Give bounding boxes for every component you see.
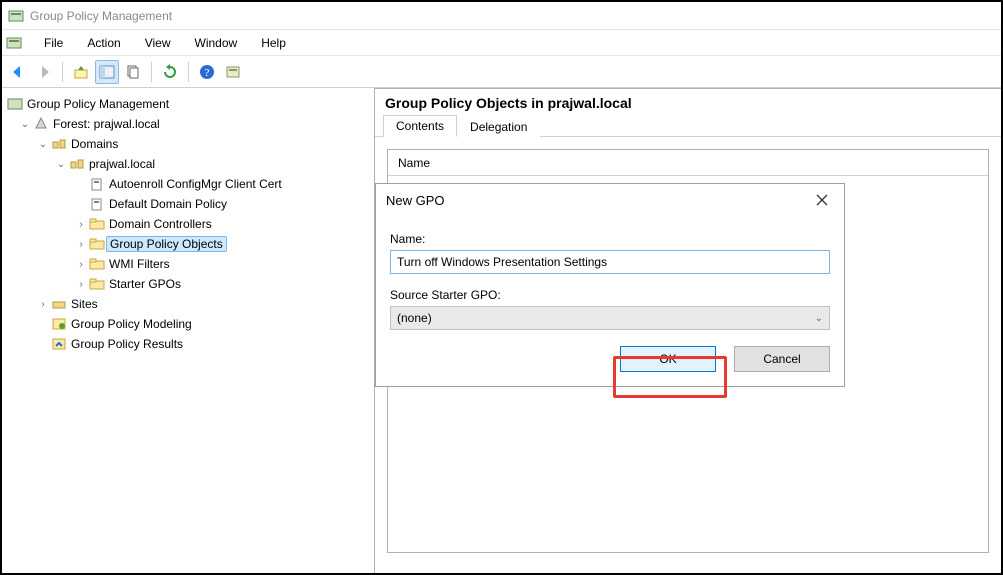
starter-gpo-select[interactable]: (none) ⌄: [390, 306, 830, 330]
menu-file[interactable]: File: [32, 33, 75, 53]
domains-icon: [50, 136, 68, 152]
toolbar: ?: [2, 56, 1001, 88]
forest-icon: [32, 116, 50, 132]
starter-gpo-value: (none): [397, 311, 432, 325]
dialog-title-bar: New GPO: [376, 184, 844, 216]
expander-icon[interactable]: ›: [36, 299, 50, 310]
menu-view[interactable]: View: [133, 33, 183, 53]
name-input[interactable]: [390, 250, 830, 274]
tree-sites[interactable]: › Sites: [6, 294, 370, 314]
tab-delegation[interactable]: Delegation: [457, 116, 540, 137]
title-bar: Group Policy Management: [2, 2, 1001, 30]
sites-icon: [50, 296, 68, 312]
tree-item-default-policy[interactable]: Default Domain Policy: [6, 194, 370, 214]
folder-icon: [88, 256, 106, 272]
tree-root[interactable]: Group Policy Management: [6, 94, 370, 114]
ok-button[interactable]: OK: [620, 346, 716, 372]
tree-forest[interactable]: ⌄ Forest: prajwal.local: [6, 114, 370, 134]
window-title: Group Policy Management: [30, 9, 172, 23]
tree-label: Group Policy Objects: [106, 236, 227, 252]
gpm-icon: [6, 96, 24, 112]
tree-label: Domain Controllers: [106, 217, 215, 231]
expander-icon[interactable]: ⌄: [36, 139, 50, 150]
menu-bar: File Action View Window Help: [2, 30, 1001, 56]
chevron-down-icon: ⌄: [815, 313, 823, 324]
new-gpo-dialog: New GPO Name: Source Starter GPO: (none)…: [375, 183, 845, 387]
toolbar-separator: [151, 62, 152, 82]
tree-label: Domains: [68, 137, 121, 151]
expander-icon[interactable]: ⌄: [54, 159, 68, 170]
svg-text:?: ?: [205, 67, 210, 79]
expander-icon[interactable]: ›: [74, 259, 88, 270]
tree-domains[interactable]: ⌄ Domains: [6, 134, 370, 154]
back-button[interactable]: [6, 60, 30, 84]
tree-item-starter[interactable]: › Starter GPOs: [6, 274, 370, 294]
app-icon: [8, 8, 24, 24]
tree-label: Default Domain Policy: [106, 197, 230, 211]
gpo-link-icon: [88, 196, 106, 212]
tree-label: Autoenroll ConfigMgr Client Cert: [106, 177, 285, 191]
menu-action[interactable]: Action: [75, 33, 132, 53]
expander-icon[interactable]: ⌄: [18, 119, 32, 130]
folder-icon: [88, 216, 106, 232]
tree-modeling[interactable]: Group Policy Modeling: [6, 314, 370, 334]
details-pane: Group Policy Objects in prajwal.local Co…: [375, 88, 1001, 573]
menu-window[interactable]: Window: [183, 33, 250, 53]
tree-label: Group Policy Management: [24, 97, 172, 111]
tree-label: Group Policy Modeling: [68, 317, 195, 331]
domain-icon: [68, 156, 86, 172]
tab-contents[interactable]: Contents: [383, 115, 457, 137]
expander-icon[interactable]: ›: [74, 219, 88, 230]
toolbar-separator: [62, 62, 63, 82]
copy-button[interactable]: [121, 60, 145, 84]
show-hide-tree-button[interactable]: [95, 60, 119, 84]
tree-label: Starter GPOs: [106, 277, 184, 291]
console-tree[interactable]: Group Policy Management ⌄ Forest: prajwa…: [6, 94, 370, 354]
tree-item-wmi[interactable]: › WMI Filters: [6, 254, 370, 274]
modeling-icon: [50, 316, 68, 332]
tree-pane[interactable]: Group Policy Management ⌄ Forest: prajwa…: [2, 88, 375, 573]
up-button[interactable]: [69, 60, 93, 84]
tree-label: Group Policy Results: [68, 337, 186, 351]
mmc-icon: [6, 35, 22, 51]
tree-label: Sites: [68, 297, 101, 311]
help-button[interactable]: ?: [195, 60, 219, 84]
forward-button[interactable]: [32, 60, 56, 84]
list-header-name[interactable]: Name: [388, 150, 988, 176]
tree-label: Forest: prajwal.local: [50, 117, 163, 131]
folder-icon: [88, 276, 106, 292]
dialog-buttons: OK Cancel: [376, 336, 844, 386]
folder-icon: [88, 236, 106, 252]
options-button[interactable]: [221, 60, 245, 84]
starter-label: Source Starter GPO:: [390, 288, 830, 302]
dialog-body: Name: Source Starter GPO: (none) ⌄: [376, 216, 844, 336]
tree-label: WMI Filters: [106, 257, 173, 271]
details-title: Group Policy Objects in prajwal.local: [375, 89, 1001, 113]
cancel-button[interactable]: Cancel: [734, 346, 830, 372]
details-tabs: Contents Delegation: [375, 113, 1001, 137]
toolbar-separator: [188, 62, 189, 82]
tree-domain[interactable]: ⌄ prajwal.local: [6, 154, 370, 174]
tree-item-domain-controllers[interactable]: › Domain Controllers: [6, 214, 370, 234]
main-area: Group Policy Management ⌄ Forest: prajwa…: [2, 88, 1001, 573]
name-label: Name:: [390, 232, 830, 246]
tree-results[interactable]: Group Policy Results: [6, 334, 370, 354]
tree-item-gpo[interactable]: › Group Policy Objects: [6, 234, 370, 254]
menu-help[interactable]: Help: [249, 33, 298, 53]
tree-item-autoenroll[interactable]: Autoenroll ConfigMgr Client Cert: [6, 174, 370, 194]
expander-icon[interactable]: ›: [74, 279, 88, 290]
gpo-link-icon: [88, 176, 106, 192]
dialog-title: New GPO: [386, 193, 445, 208]
tree-label: prajwal.local: [86, 157, 158, 171]
results-icon: [50, 336, 68, 352]
close-icon[interactable]: [810, 188, 834, 212]
expander-icon[interactable]: ›: [74, 239, 88, 250]
refresh-button[interactable]: [158, 60, 182, 84]
